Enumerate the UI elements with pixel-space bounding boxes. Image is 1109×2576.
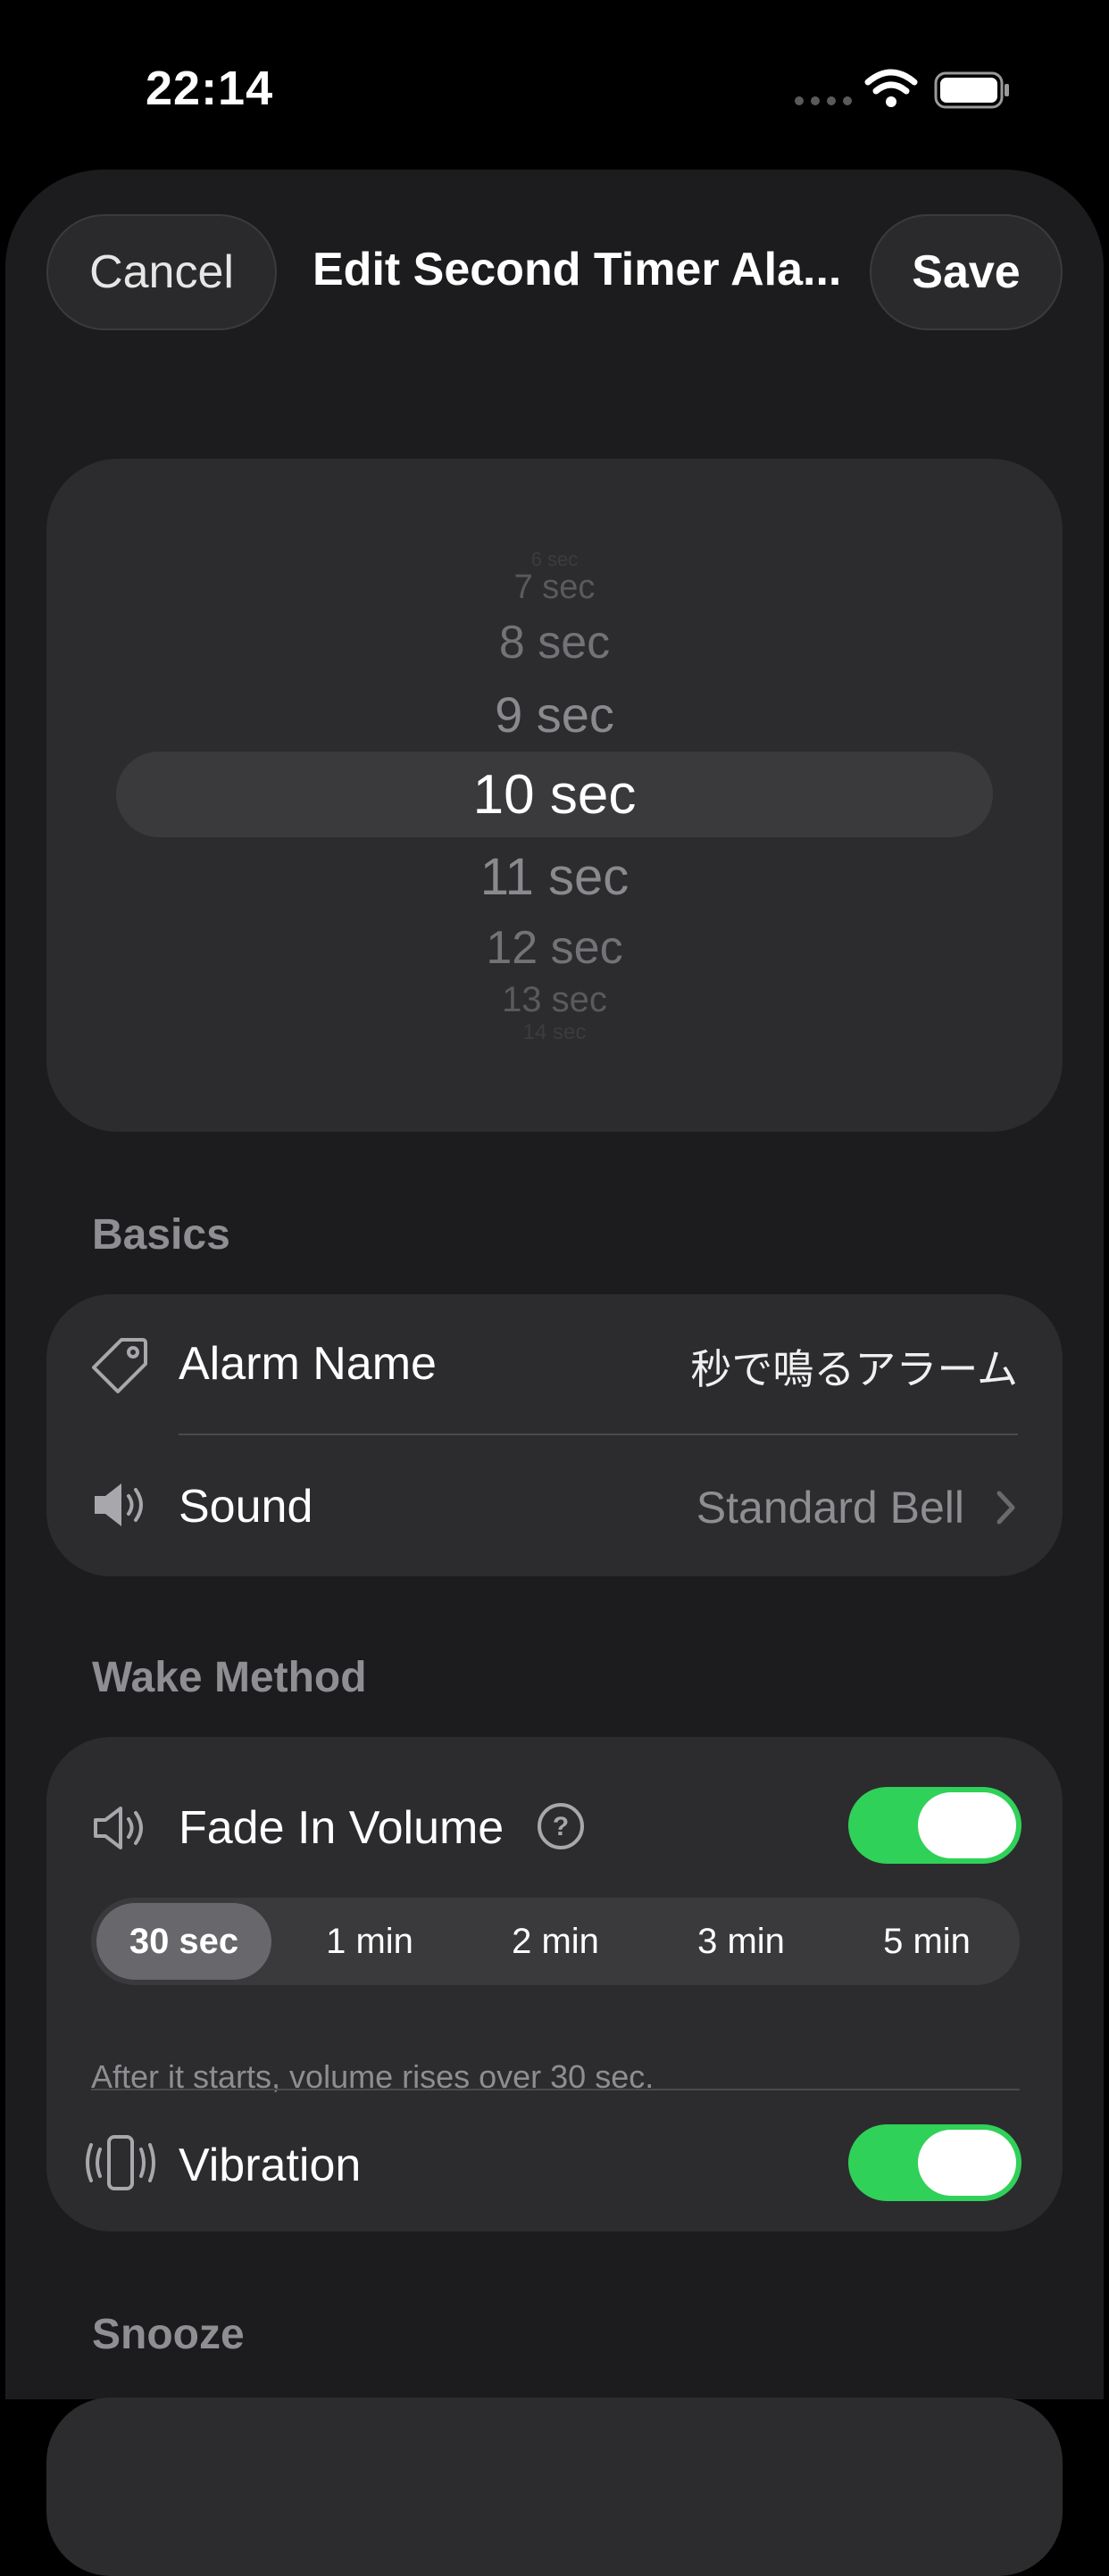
sound-label: Sound: [179, 1481, 313, 1533]
segment-5-min[interactable]: 5 min: [839, 1903, 1014, 1980]
segment-30-sec[interactable]: 30 sec: [96, 1903, 271, 1980]
picker-row[interactable]: 9 sec: [46, 686, 1063, 744]
picker-row[interactable]: 11 sec: [46, 848, 1063, 907]
row-divider: [179, 1433, 1018, 1435]
section-header-snooze: Snooze: [92, 2311, 245, 2358]
section-header-wake-method: Wake Method: [92, 1654, 367, 1701]
battery-icon: [934, 71, 1009, 109]
vibration-toggle[interactable]: [848, 2124, 1021, 2201]
seconds-picker[interactable]: 6 sec 7 sec 8 sec 9 sec 10 sec 11 sec 12…: [46, 459, 1063, 1132]
alarm-name-value[interactable]: 秒で鳴るアラーム: [690, 1337, 1018, 1396]
snooze-card: [46, 2397, 1063, 2576]
fade-in-volume-label: Fade In Volume: [179, 1802, 504, 1854]
save-button[interactable]: Save: [870, 214, 1063, 330]
picker-row[interactable]: 12 sec: [46, 921, 1063, 975]
picker-row[interactable]: 13 sec: [46, 980, 1063, 1019]
segment-2-min[interactable]: 2 min: [468, 1903, 643, 1980]
wake-method-card: Fade In Volume ? 30 sec 1 min 2 min 3 mi…: [46, 1737, 1063, 2231]
wifi-icon: [864, 69, 918, 107]
vibration-label: Vibration: [179, 2140, 362, 2191]
section-header-basics: Basics: [92, 1211, 230, 1259]
status-time: 22:14: [146, 62, 274, 115]
toggle-knob: [918, 1792, 1016, 1858]
tag-icon: [92, 1338, 147, 1393]
svg-text:?: ?: [553, 1812, 569, 1841]
speaker-icon: [95, 1483, 143, 1526]
picker-row[interactable]: 14 sec: [46, 1021, 1063, 1044]
fade-in-volume-toggle[interactable]: [848, 1787, 1021, 1864]
help-circle-icon[interactable]: ?: [536, 1801, 586, 1851]
status-bar: 22:14: [0, 0, 1109, 170]
segment-3-min[interactable]: 3 min: [654, 1903, 829, 1980]
sound-value[interactable]: Standard Bell: [696, 1482, 964, 1533]
speaker-outline-icon: [94, 1807, 143, 1849]
basics-card: Alarm Name 秒で鳴るアラーム Sound Standard Bell: [46, 1294, 1063, 1576]
toggle-knob: [918, 2130, 1016, 2196]
fade-duration-segmented-control: 30 sec 1 min 2 min 3 min 5 min: [91, 1898, 1020, 1985]
vibration-phone-icon: [86, 2135, 155, 2190]
alarm-name-label: Alarm Name: [179, 1338, 437, 1390]
cellular-signal-icon: [795, 96, 852, 105]
chevron-right-icon[interactable]: [995, 1489, 1018, 1526]
cancel-button[interactable]: Cancel: [46, 214, 277, 330]
segment-1-min[interactable]: 1 min: [282, 1903, 457, 1980]
picker-row[interactable]: 7 sec: [46, 568, 1063, 607]
picker-selected-value[interactable]: 10 sec: [46, 764, 1063, 827]
row-divider: [91, 2089, 1020, 2090]
picker-row[interactable]: 8 sec: [46, 616, 1063, 669]
sheet-title: Edit Second Timer Ala...: [313, 244, 842, 295]
